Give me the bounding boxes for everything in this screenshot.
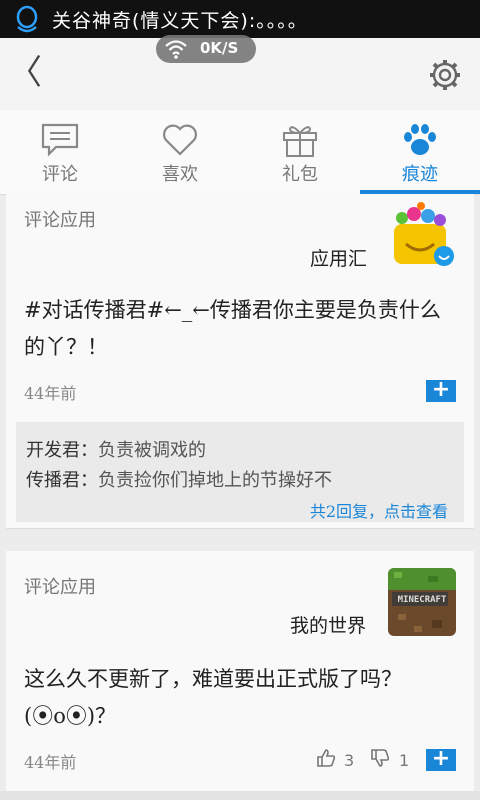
thumbs-up-icon[interactable]	[316, 749, 336, 767]
post-time: 44年前	[24, 384, 77, 403]
wifi-icon	[165, 40, 187, 59]
reply-list[interactable]: 开发君：负责被调戏的 传播君：负责捡你们掉地上的节操好不 共2回复，点击查看	[16, 422, 464, 522]
gift-icon	[283, 126, 317, 157]
app-icon-minecraft[interactable]: MINECRAFT	[388, 568, 456, 636]
post-card[interactable]: 评论应用 应用汇 #对话传播君#←_←传播君你主要是负责什么的丫？！ 44年前 …	[6, 194, 474, 529]
tab-label: 痕迹	[402, 164, 438, 185]
status-bar: 关谷神奇(情义天下会):。。。。	[0, 0, 480, 38]
post-tag: 评论应用	[24, 577, 96, 598]
post-tag: 评论应用	[24, 210, 96, 231]
post-time: 44年前	[24, 753, 77, 772]
dislike-count: 1	[399, 751, 410, 770]
back-button[interactable]: 〈	[8, 56, 42, 90]
post-card[interactable]: 评论应用 MINECRAFT 我的世界 这么久不更新了，难道要出正式版了吗？(⦿…	[6, 551, 474, 792]
network-speed-indicator: 0K/S	[156, 35, 256, 63]
post-content: #对话传播君#←_←传播君你主要是负责什么的丫？！	[24, 298, 441, 359]
reply-text: 负责捡你们掉地上的节操好不	[98, 470, 332, 491]
heart-icon	[163, 124, 197, 156]
reply-item: 传播君：负责捡你们掉地上的节操好不	[26, 466, 332, 492]
svg-text:MINECRAFT: MINECRAFT	[398, 595, 447, 605]
add-reply-button[interactable]: +	[426, 748, 456, 771]
app-icon-yingyonghui[interactable]	[388, 202, 456, 270]
network-speed: 0K/S	[200, 39, 239, 57]
app-name[interactable]: 我的世界	[290, 611, 366, 638]
reply-item: 开发君：负责被调戏的	[26, 436, 206, 462]
post-content: 这么久不更新了，难道要出正式版了吗？(⦿o⦿)？	[24, 667, 402, 728]
gear-icon[interactable]	[428, 58, 462, 92]
tab-label: 评论	[42, 164, 78, 185]
paw-icon	[404, 124, 436, 155]
tab-label: 喜欢	[162, 164, 198, 185]
tab-label: 礼包	[282, 164, 318, 185]
view-replies-link[interactable]: 共2回复，点击查看	[310, 498, 448, 522]
reply-author: 传播君：	[26, 470, 98, 491]
reply-text: 负责被调戏的	[98, 440, 206, 461]
tab-likes[interactable]: 喜欢	[120, 110, 240, 194]
tab-traces[interactable]: 痕迹	[360, 110, 480, 194]
add-reply-button[interactable]: +	[426, 379, 456, 402]
next-card-edge	[0, 791, 480, 800]
comment-icon	[41, 123, 79, 157]
notification-text: 关谷神奇(情义天下会):。。。。	[52, 10, 308, 32]
qq-notification-icon	[16, 5, 38, 33]
tab-gifts[interactable]: 礼包	[240, 110, 360, 194]
tab-comments[interactable]: 评论	[0, 110, 120, 194]
reply-author: 开发君：	[26, 440, 98, 461]
app-name[interactable]: 应用汇	[310, 244, 367, 271]
thumbs-down-icon[interactable]	[370, 749, 390, 767]
like-count: 3	[344, 751, 355, 770]
tab-bar: 评论 喜欢 礼包 痕迹	[0, 110, 480, 195]
